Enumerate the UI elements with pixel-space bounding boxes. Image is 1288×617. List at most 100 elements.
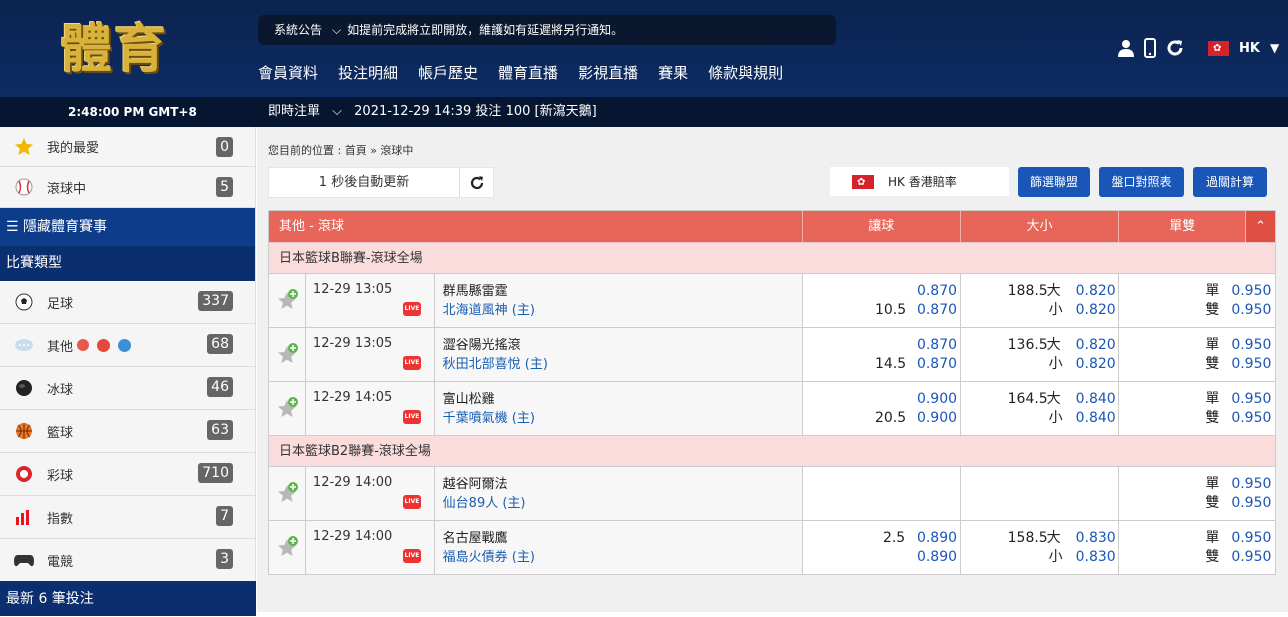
handicap-odds-home[interactable]: 0.870: [917, 282, 957, 301]
odd-odds[interactable]: 0.950: [1231, 475, 1271, 494]
header-odd-even: 單雙: [1119, 211, 1247, 242]
over-odds[interactable]: 0.830: [1076, 529, 1116, 548]
baseball-icon: [14, 177, 34, 197]
odd-odds[interactable]: 0.950: [1231, 282, 1271, 301]
handicap-cell: 0.870 10.5 0.870: [802, 274, 961, 327]
count-badge: 68: [207, 334, 233, 354]
language-label[interactable]: HK: [1239, 41, 1260, 56]
match-time: 12-29 13:05: [312, 282, 393, 297]
add-favorite-icon[interactable]: [276, 342, 300, 366]
nav-terms[interactable]: 條款與規則: [708, 62, 783, 83]
refresh-icon[interactable]: [1166, 39, 1184, 57]
teams-cell: 名古屋戰鷹 福島火債券 (主): [435, 521, 803, 574]
handicap-odds-away[interactable]: 0.900: [917, 409, 957, 428]
nav-member-info[interactable]: 會員資料: [258, 62, 318, 83]
other-sports-icon: [14, 335, 34, 355]
handicap-line: 10.5: [874, 302, 907, 318]
over-odds[interactable]: 0.820: [1076, 282, 1116, 301]
odd-even-cell: 單 0.950 雙 0.950: [1119, 274, 1275, 327]
nav-sports-live[interactable]: 體育直播: [498, 62, 558, 83]
sidebar-item-label: 滾球中: [47, 181, 87, 197]
even-odds[interactable]: 0.950: [1231, 409, 1271, 428]
sidebar-item-other[interactable]: 其他 68: [0, 324, 255, 367]
under-odds[interactable]: 0.820: [1076, 301, 1116, 320]
mobile-icon[interactable]: [1144, 38, 1156, 58]
even-odds[interactable]: 0.950: [1231, 355, 1271, 374]
nav-video-live[interactable]: 影視直播: [578, 62, 638, 83]
instant-text: 2021-12-29 14:39 投注 100 [新瀉天鵝]: [354, 104, 597, 119]
nav-account-history[interactable]: 帳戶歷史: [418, 62, 478, 83]
under-odds[interactable]: 0.830: [1076, 548, 1116, 567]
chevron-down-icon[interactable]: ⌵: [332, 104, 342, 119]
match-time: 12-29 13:05: [312, 336, 393, 351]
add-favorite-icon[interactable]: [276, 396, 300, 420]
hockey-puck-icon: [14, 378, 34, 398]
even-odds[interactable]: 0.950: [1231, 494, 1271, 513]
odds-comparison-button[interactable]: 盤口對照表: [1099, 167, 1184, 197]
over-odds[interactable]: 0.820: [1076, 336, 1116, 355]
sidebar-item-favorites[interactable]: 我的最愛 0: [0, 127, 255, 167]
recent-bets-header[interactable]: 最新 6 筆投注: [0, 581, 256, 616]
sidebar-item-lottery-ball[interactable]: 彩球 710: [0, 453, 255, 496]
even-odds[interactable]: 0.950: [1231, 548, 1271, 567]
sidebar-item-soccer[interactable]: 足球 337: [0, 281, 255, 324]
live-tv-icon[interactable]: LIVE: [402, 302, 421, 316]
over-odds[interactable]: 0.840: [1076, 390, 1116, 409]
match-time: 12-29 14:00: [312, 475, 393, 490]
parlay-calculator-button[interactable]: 過關計算: [1193, 167, 1267, 197]
count-badge: 46: [207, 377, 233, 397]
live-tv-icon[interactable]: LIVE: [402, 410, 421, 424]
logo[interactable]: 體育: [60, 20, 168, 80]
under-odds[interactable]: 0.820: [1076, 355, 1116, 374]
hide-sports-label: 隱藏體育賽事: [23, 219, 108, 235]
sidebar-item-ice-hockey[interactable]: 冰球 46: [0, 367, 255, 410]
handicap-odds-home[interactable]: 0.900: [917, 390, 957, 409]
live-tv-icon[interactable]: LIVE: [402, 495, 421, 509]
add-favorite-icon[interactable]: [276, 481, 300, 505]
notice-bar[interactable]: 系統公告 ⌵ 如提前完成將立即開放，維護如有延遲將另行通知。: [258, 15, 836, 45]
sidebar-item-esports[interactable]: 電競 3: [0, 539, 255, 582]
under-odds[interactable]: 0.840: [1076, 409, 1116, 428]
odds-table: 其他 - 滾球 讓球 大小 單雙 ⌃ 日本籃球B聯賽-滾球全場 12-29 13…: [268, 210, 1276, 575]
odd-odds[interactable]: 0.950: [1231, 529, 1271, 548]
filter-league-button[interactable]: 篩選聯盟: [1018, 167, 1090, 197]
table-row: 12-29 13:05 LIVE 群馬縣雷霆 北海道風神 (主) 0.870 10.…: [269, 273, 1275, 327]
collapse-button[interactable]: ⌃: [1246, 211, 1276, 242]
handicap-odds-home[interactable]: 0.890: [917, 529, 957, 548]
odds-format-select[interactable]: HK 香港賠率: [830, 167, 1009, 196]
odd-odds[interactable]: 0.950: [1231, 390, 1271, 409]
match-time: 12-29 14:05: [312, 390, 393, 405]
handicap-odds-away[interactable]: 0.870: [917, 301, 957, 320]
header-title: 其他 - 滾球: [269, 211, 803, 242]
star-cell: [269, 328, 306, 381]
home-team: 富山松雞: [442, 392, 495, 407]
ping-pong-icon: [97, 338, 111, 352]
even-odds[interactable]: 0.950: [1231, 301, 1271, 320]
live-tv-icon[interactable]: LIVE: [402, 549, 421, 563]
chevron-down-icon[interactable]: ⌵: [332, 23, 341, 37]
hide-sports-toggle[interactable]: ☰ 隱藏體育賽事: [0, 208, 255, 246]
odd-label: 單: [1205, 283, 1220, 299]
sidebar-item-live[interactable]: 滾球中 5: [0, 167, 255, 208]
nav-bet-details[interactable]: 投注明細: [338, 62, 398, 83]
user-icon[interactable]: [1118, 39, 1134, 57]
nav-results[interactable]: 賽果: [658, 62, 688, 83]
over-under-cell: [960, 467, 1120, 520]
refresh-icon[interactable]: [470, 175, 484, 190]
instant-bets[interactable]: 即時注單 ⌵ 2021-12-29 14:39 投注 100 [新瀉天鵝]: [268, 97, 597, 127]
handicap-odds-home[interactable]: 0.870: [917, 336, 957, 355]
even-label: 雙: [1205, 495, 1220, 511]
hk-flag-icon[interactable]: [1208, 40, 1229, 56]
odd-odds[interactable]: 0.950: [1231, 336, 1271, 355]
add-favorite-icon[interactable]: [276, 535, 300, 559]
handicap-odds-away[interactable]: 0.870: [917, 355, 957, 374]
teams-cell: 富山松雞 千葉噴氣機 (主): [435, 382, 803, 435]
refresh-button[interactable]: [460, 168, 493, 197]
chevron-down-icon[interactable]: ▼: [1270, 41, 1279, 55]
sidebar-item-index[interactable]: 指數 7: [0, 496, 255, 539]
sidebar-item-basketball[interactable]: 籃球 63: [0, 410, 255, 453]
add-favorite-icon[interactable]: [276, 288, 300, 312]
live-tv-icon[interactable]: LIVE: [402, 356, 421, 370]
even-label: 雙: [1205, 410, 1220, 426]
handicap-odds-away[interactable]: 0.890: [917, 548, 957, 567]
